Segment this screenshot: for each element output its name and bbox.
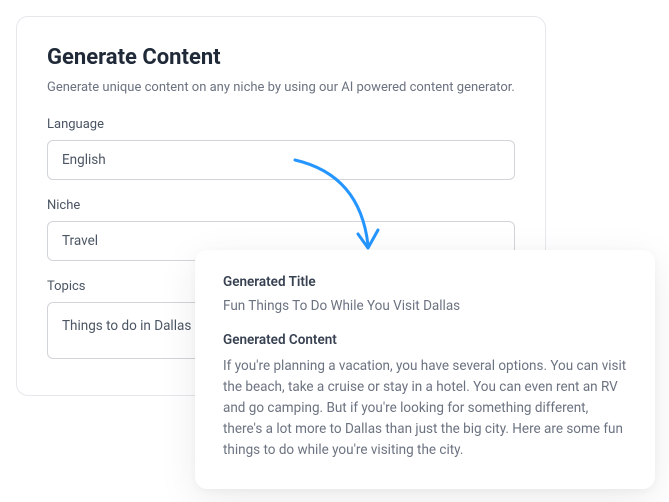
generated-content-label: Generated Content [223,332,627,348]
language-label: Language [47,117,515,132]
generated-result-card: Generated Title Fun Things To Do While Y… [195,250,655,489]
page-title: Generate Content [47,45,515,70]
niche-label: Niche [47,198,515,213]
page-description: Generate unique content on any niche by … [47,80,515,95]
generated-content-value: If you're planning a vacation, you have … [223,356,627,461]
generated-title-value: Fun Things To Do While You Visit Dallas [223,298,627,314]
generated-title-label: Generated Title [223,274,627,290]
language-input[interactable] [47,140,515,180]
